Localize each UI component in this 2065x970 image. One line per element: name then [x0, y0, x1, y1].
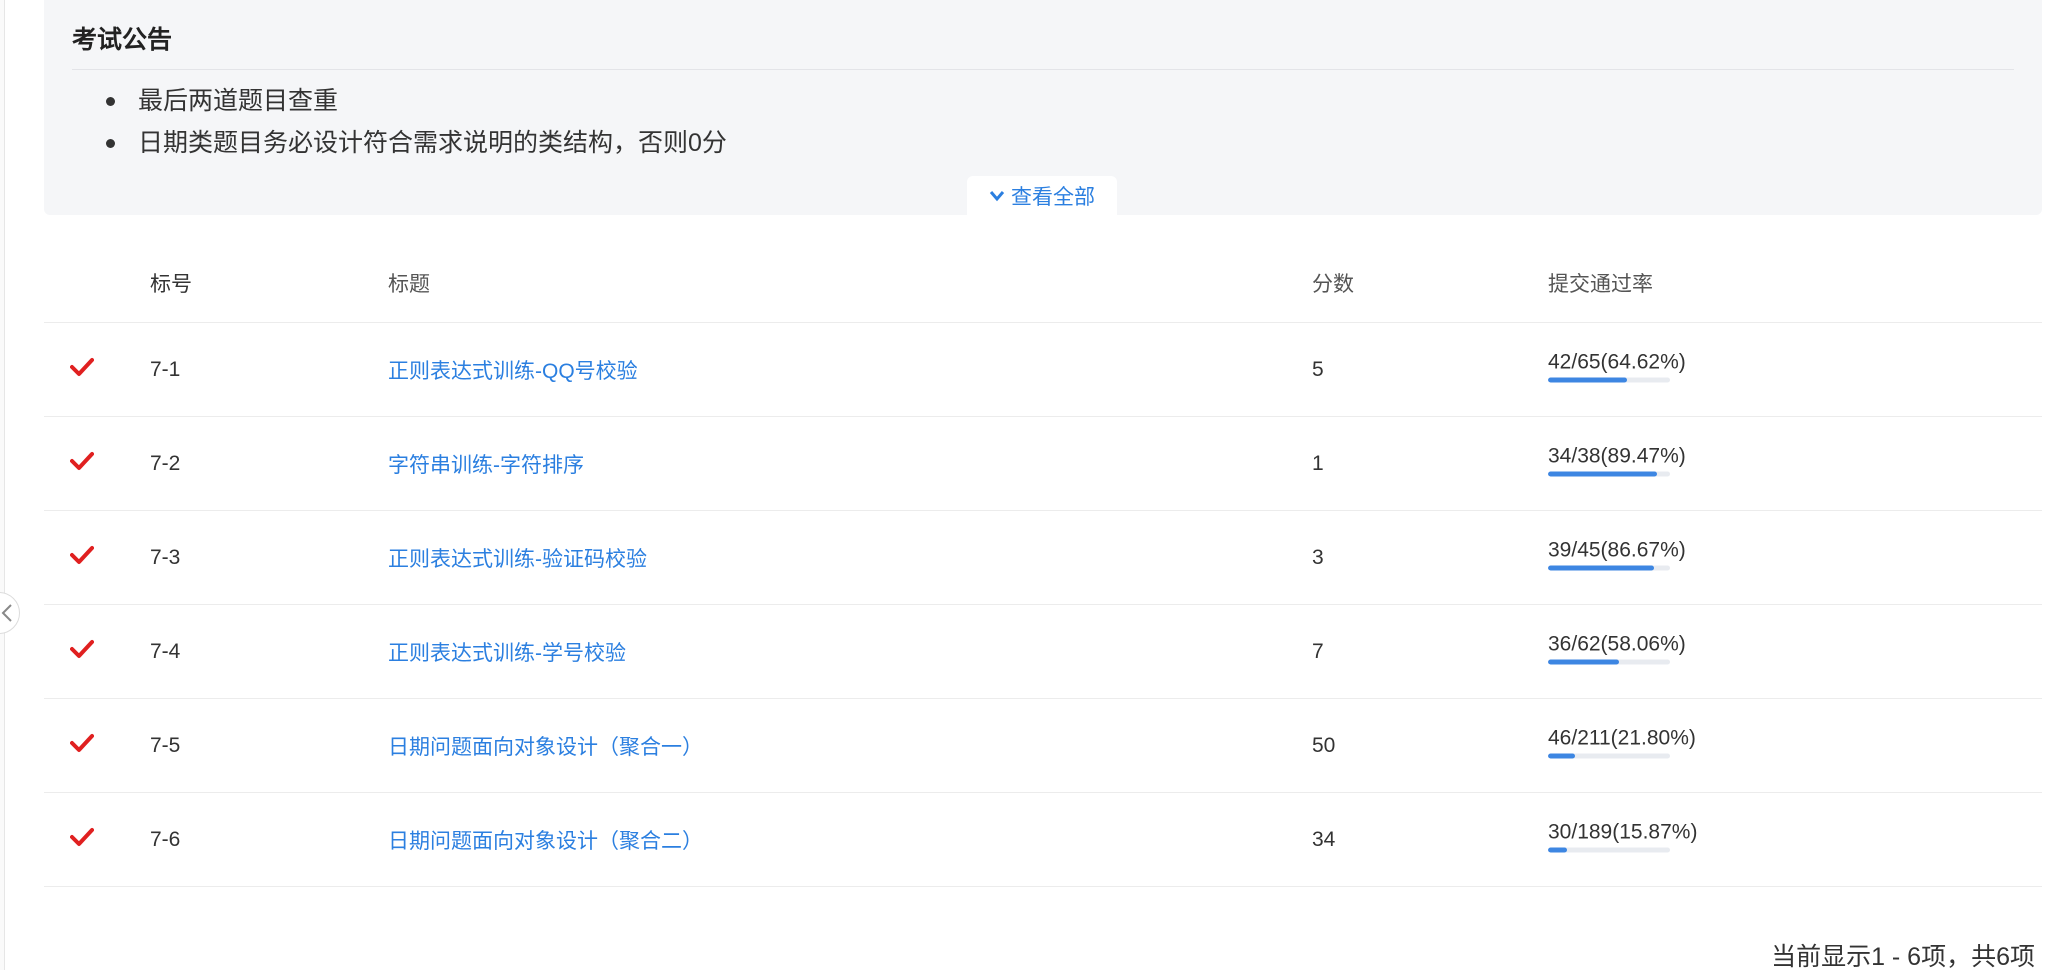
left-panel-edge — [0, 0, 5, 970]
header-number: 标号 — [150, 273, 192, 296]
problem-title-link[interactable]: 日期问题面向对象设计（聚合一） — [388, 731, 703, 761]
chevron-left-icon — [1, 604, 12, 622]
problem-number: 7-3 — [150, 545, 181, 569]
pass-rate-text: 30/189(15.87%) — [1548, 820, 1698, 843]
pass-rate-cell: 46/211(21.80%) — [1548, 726, 1696, 758]
pass-rate-bar — [1548, 565, 1670, 570]
sidebar-collapse-button[interactable] — [0, 592, 20, 634]
pass-rate-fill — [1548, 753, 1575, 758]
pass-rate-cell: 36/62(58.06%) — [1548, 632, 1686, 664]
check-icon — [70, 545, 94, 571]
pass-rate-cell: 39/45(86.67%) — [1548, 538, 1686, 570]
view-all-label: 查看全部 — [1011, 185, 1095, 209]
problem-set-page: 考试公告 最后两道题目查重 日期类题目务必设计符合需求说明的类结构，否则0分 查… — [0, 0, 2065, 970]
header-pass-rate: 提交通过率 — [1548, 273, 1653, 296]
check-icon — [70, 733, 94, 759]
problem-title[interactable]: 正则表达式训练-QQ号校验 — [388, 360, 638, 383]
table-row[interactable]: 7-2 字符串训练-字符排序 1 34/38(89.47%) — [44, 417, 2042, 511]
header-title: 标题 — [388, 273, 430, 296]
table-row[interactable]: 7-3 正则表达式训练-验证码校验 3 39/45(86.67%) — [44, 511, 2042, 605]
problem-number: 7-4 — [150, 639, 181, 663]
problem-number: 7-5 — [150, 733, 181, 757]
problem-title[interactable]: 正则表达式训练-验证码校验 — [388, 548, 647, 571]
problem-number: 7-1 — [150, 357, 181, 381]
check-icon — [70, 827, 94, 853]
table-row[interactable]: 7-6 日期问题面向对象设计（聚合二） 34 30/189(15.87%) — [44, 793, 2042, 887]
problem-number: 7-6 — [150, 827, 181, 851]
pagination-summary: 当前显示1 - 6项，共6项 — [1771, 943, 2035, 970]
announcement-item: 日期类题目务必设计符合需求说明的类结构，否则0分 — [72, 122, 727, 164]
problem-score: 34 — [1312, 827, 1336, 851]
pass-rate-cell: 30/189(15.87%) — [1548, 820, 1697, 852]
pass-rate-text: 39/45(86.67%) — [1548, 538, 1686, 561]
problem-number: 7-2 — [150, 451, 181, 475]
check-icon — [70, 639, 94, 665]
check-icon — [70, 357, 94, 383]
problem-title[interactable]: 字符串训练-字符排序 — [388, 454, 584, 477]
problem-score: 5 — [1312, 357, 1324, 381]
pass-rate-bar — [1548, 377, 1670, 382]
pass-rate-text: 36/62(58.06%) — [1548, 632, 1686, 655]
problem-score: 50 — [1312, 733, 1336, 757]
problem-score: 1 — [1312, 451, 1324, 475]
check-icon — [70, 451, 94, 477]
table-header-row: 标号 标题 分数 提交通过率 — [44, 244, 2042, 323]
problem-table: 标号 标题 分数 提交通过率 7-1 正则表达式训练-QQ号校验 5 42/65… — [44, 244, 2042, 887]
announcement-title: 考试公告 — [72, 26, 173, 54]
pass-rate-fill — [1548, 847, 1568, 852]
announcement-item: 最后两道题目查重 — [72, 80, 727, 122]
problem-score: 3 — [1312, 545, 1324, 569]
pass-rate-cell: 42/65(64.62%) — [1548, 350, 1686, 382]
exam-announcement-panel: 考试公告 最后两道题目查重 日期类题目务必设计符合需求说明的类结构，否则0分 查… — [44, 0, 2042, 215]
table-row[interactable]: 7-5 日期问题面向对象设计（聚合一） 50 46/211(21.80%) — [44, 699, 2042, 793]
pass-rate-fill — [1548, 471, 1658, 476]
pass-rate-bar — [1548, 753, 1670, 758]
problem-title[interactable]: 正则表达式训练-学号校验 — [388, 642, 626, 665]
table-row[interactable]: 7-4 正则表达式训练-学号校验 7 36/62(58.06%) — [44, 605, 2042, 699]
pass-rate-bar — [1548, 659, 1670, 664]
problem-title-link[interactable]: 正则表达式训练-学号校验 — [388, 637, 626, 667]
pass-rate-text: 42/65(64.62%) — [1548, 350, 1686, 373]
problem-title[interactable]: 日期问题面向对象设计（聚合一） — [388, 736, 703, 759]
problem-title-link[interactable]: 日期问题面向对象设计（聚合二） — [388, 825, 703, 855]
pass-rate-bar — [1548, 847, 1670, 852]
pass-rate-fill — [1548, 659, 1619, 664]
problem-score: 7 — [1312, 639, 1324, 663]
chevron-down-icon — [989, 190, 1005, 201]
problem-title-link[interactable]: 正则表达式训练-QQ号校验 — [388, 355, 638, 385]
problem-title-link[interactable]: 字符串训练-字符排序 — [388, 449, 584, 479]
pass-rate-bar — [1548, 471, 1670, 476]
pass-rate-text: 34/38(89.47%) — [1548, 444, 1686, 467]
pass-rate-text: 46/211(21.80%) — [1548, 726, 1696, 749]
pass-rate-fill — [1548, 377, 1627, 382]
announcement-divider — [72, 69, 2014, 70]
pass-rate-cell: 34/38(89.47%) — [1548, 444, 1686, 476]
announcement-list: 最后两道题目查重 日期类题目务必设计符合需求说明的类结构，否则0分 — [72, 80, 727, 164]
pass-rate-fill — [1548, 565, 1654, 570]
view-all-button[interactable]: 查看全部 — [967, 176, 1117, 215]
problem-title[interactable]: 日期问题面向对象设计（聚合二） — [388, 830, 703, 853]
table-row[interactable]: 7-1 正则表达式训练-QQ号校验 5 42/65(64.62%) — [44, 323, 2042, 417]
header-score: 分数 — [1312, 273, 1354, 296]
problem-title-link[interactable]: 正则表达式训练-验证码校验 — [388, 543, 647, 573]
